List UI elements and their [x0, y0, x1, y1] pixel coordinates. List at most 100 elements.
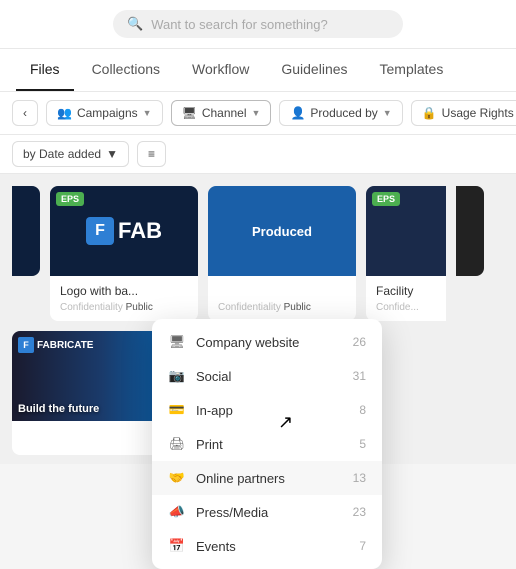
search-icon: 🔍	[127, 16, 143, 32]
dropdown-items-container: 🖥 Company website 26 📷 Social 31 💳 In-app 8 🖨 Prin…	[152, 325, 382, 563]
filter-bar: ‹ 👥 Campaigns ▼ 🖥 Channel ▼ 👤 Produced b…	[0, 92, 516, 135]
card-produced[interactable]: Produced Confidentiality Public	[208, 186, 356, 321]
dropdown-label-6: Events	[196, 539, 236, 554]
dropdown-icon-1: 📷	[168, 368, 186, 384]
people-icon: 👥	[57, 106, 72, 120]
eps-badge-3: EPS	[372, 192, 400, 206]
usage-rights-label: Usage Rights	[442, 106, 514, 120]
card-logo-thumb: EPS F FAB	[50, 186, 198, 276]
card-produced-meta-label: Confidentiality	[218, 302, 281, 313]
dropdown-item-print[interactable]: 🖨 Print 5	[152, 427, 382, 461]
dropdown-label-0: Company website	[196, 335, 299, 350]
main-nav: Files Collections Workflow Guidelines Te…	[0, 49, 516, 92]
dropdown-label-5: Press/Media	[196, 505, 268, 520]
eps-badge-1: EPS	[56, 192, 84, 206]
card-logo-title: Logo with ba...	[60, 284, 188, 298]
nav-item-templates[interactable]: Templates	[366, 49, 458, 91]
dropdown-item-social[interactable]: 📷 Social 31	[152, 359, 382, 393]
dropdown-label-2: In-app	[196, 403, 233, 418]
card-produced-info: Confidentiality Public	[208, 276, 356, 321]
build-overlay-text: Build the future	[18, 403, 99, 415]
card-auto-partial	[456, 186, 484, 276]
channel-filter[interactable]: 🖥 Channel ▼	[171, 100, 272, 126]
dropdown-count-5: 23	[353, 505, 366, 519]
dropdown-label-1: Social	[196, 369, 231, 384]
campaigns-chevron: ▼	[143, 108, 152, 118]
produced-label: Produced	[252, 224, 312, 239]
card-produced-title	[218, 284, 346, 298]
card-build[interactable]: Build the future F FABRICATE	[12, 331, 160, 455]
sort-button[interactable]: by Date added ▼	[12, 141, 129, 167]
dropdown-count-3: 5	[359, 437, 366, 451]
channel-chevron: ▼	[252, 108, 261, 118]
brand-icon: F	[86, 217, 114, 245]
nav-item-guidelines[interactable]: Guidelines	[267, 49, 361, 91]
dropdown-count-1: 31	[353, 369, 366, 383]
dropdown-count-2: 8	[359, 403, 366, 417]
channel-dropdown: 🖥 Company website 26 📷 Social 31 💳 In-app 8 🖨 Prin…	[152, 319, 382, 569]
user-icon: 👤	[290, 106, 305, 120]
view-icon: ≡	[148, 147, 155, 161]
usage-rights-filter[interactable]: 🔒 Usage Rights ▼	[411, 100, 516, 126]
arrow-left-icon: ‹	[23, 106, 27, 120]
content-area: EPS F FAB Logo with ba... Confidentialit…	[0, 174, 516, 464]
card-build-title	[22, 429, 150, 443]
card-produced-meta: Confidentiality Public	[218, 302, 346, 313]
search-bar[interactable]: 🔍 Want to search for something?	[113, 10, 403, 38]
card-facility-thumb: EPS	[366, 186, 446, 276]
card-facility-info: Facility Confide...	[366, 276, 446, 321]
card-produced-meta-value: Public	[284, 302, 311, 313]
nav-item-collections[interactable]: Collections	[78, 49, 174, 91]
brand-name: FAB	[118, 218, 162, 244]
dropdown-count-0: 26	[353, 335, 366, 349]
lock-icon: 🔒	[422, 106, 437, 120]
build-logo-overlay: F FABRICATE	[18, 337, 93, 353]
dropdown-label-4: Online partners	[196, 471, 285, 486]
dropdown-icon-5: 📣	[168, 504, 186, 520]
dropdown-icon-2: 💳	[168, 402, 186, 418]
card-logo-meta: Confidentiality Public	[60, 302, 188, 313]
dropdown-item-in-app[interactable]: 💳 In-app 8	[152, 393, 382, 427]
card-facility-meta: Confide...	[376, 302, 436, 313]
dropdown-icon-6: 📅	[168, 538, 186, 554]
produced-by-filter[interactable]: 👤 Produced by ▼	[279, 100, 402, 126]
dropdown-icon-4: 🤝	[168, 470, 186, 486]
card-logo-meta-value: Public	[126, 302, 153, 313]
card-logo-info: Logo with ba... Confidentiality Public	[50, 276, 198, 321]
produced-by-label: Produced by	[310, 106, 377, 120]
dropdown-item-online-partners[interactable]: 🤝 Online partners 13	[152, 461, 382, 495]
build-logo-icon: F	[18, 337, 34, 353]
card-logo-meta-label: Confidentiality	[60, 302, 123, 313]
card-logo[interactable]: EPS F FAB Logo with ba... Confidentialit…	[50, 186, 198, 321]
card-build-thumb: Build the future F FABRICATE	[12, 331, 160, 421]
produced-by-chevron: ▼	[383, 108, 392, 118]
card-build-info	[12, 421, 160, 455]
sort-row: by Date added ▼ ≡	[0, 135, 516, 174]
card-facility-title: Facility	[376, 284, 436, 298]
sort-label: by Date added	[23, 147, 101, 161]
channel-label: Channel	[202, 106, 247, 120]
nav-item-files[interactable]: Files	[16, 49, 74, 91]
card-partial-left	[12, 186, 40, 276]
build-logo-name: FABRICATE	[37, 340, 93, 351]
dropdown-label-3: Print	[196, 437, 223, 452]
card-facility-partial[interactable]: EPS Facility Confide...	[366, 186, 446, 321]
dropdown-item-events[interactable]: 📅 Events 7	[152, 529, 382, 563]
view-toggle[interactable]: ≡	[137, 141, 166, 167]
monitor-icon: 🖥	[182, 106, 197, 120]
dropdown-count-4: 13	[353, 471, 366, 485]
dropdown-icon-3: 🖨	[168, 436, 186, 452]
search-placeholder: Want to search for something?	[151, 17, 328, 32]
search-bar-container: 🔍 Want to search for something?	[0, 0, 516, 49]
dropdown-item-company-website[interactable]: 🖥 Company website 26	[152, 325, 382, 359]
sort-chevron: ▼	[106, 147, 118, 161]
arrow-left-btn[interactable]: ‹	[12, 100, 38, 126]
card-logo-brand: F FAB	[86, 217, 162, 245]
card-facility-meta-label: Confide...	[376, 302, 419, 313]
nav-item-workflow[interactable]: Workflow	[178, 49, 263, 91]
card-produced-thumb: Produced	[208, 186, 356, 276]
dropdown-icon-0: 🖥	[168, 334, 186, 350]
dropdown-item-press-media[interactable]: 📣 Press/Media 23	[152, 495, 382, 529]
campaigns-filter[interactable]: 👥 Campaigns ▼	[46, 100, 163, 126]
dropdown-count-6: 7	[359, 539, 366, 553]
